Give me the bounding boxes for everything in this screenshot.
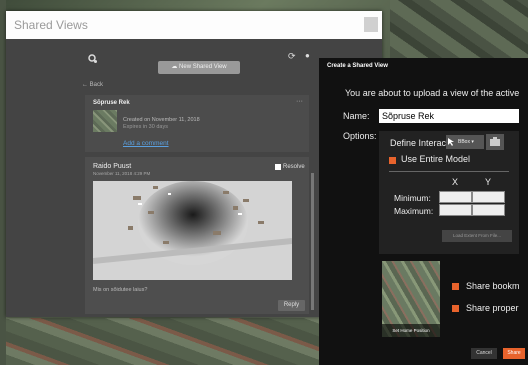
cancel-button[interactable]: Cancel: [471, 348, 497, 359]
comment-card: Raido Puust November 11, 2018 4:29 PM Re…: [85, 157, 309, 314]
options-box: Define Interac BBox ▾ Use Entire Model X…: [379, 131, 519, 254]
settings-icon[interactable]: [88, 54, 98, 64]
set-home-position-label: Set Home Position: [382, 324, 440, 337]
maximum-x-input[interactable]: [439, 204, 472, 216]
options-label: Options:: [343, 131, 377, 141]
bbox-label: BBox: [458, 139, 470, 145]
share-properties-checkbox[interactable]: [452, 305, 459, 312]
reply-button[interactable]: Reply: [278, 300, 305, 311]
share-button[interactable]: Share: [503, 348, 525, 359]
column-x-label: X: [452, 177, 459, 187]
back-link[interactable]: ← Back: [82, 82, 103, 88]
set-home-position-button[interactable]: Set Home Position: [382, 261, 440, 337]
define-interaction-label: Define Interac: [390, 138, 447, 148]
chevron-down-icon: ▾: [471, 139, 474, 145]
create-shared-view-dialog: Create a Shared View You are about to up…: [319, 58, 528, 365]
divider: [389, 171, 509, 172]
add-comment-link[interactable]: Add a comment: [123, 140, 169, 147]
share-bookmarks-checkbox[interactable]: [452, 283, 459, 290]
dialog-title: Create a Shared View: [327, 63, 388, 69]
minimum-label: Minimum:: [394, 193, 431, 203]
minimum-x-input[interactable]: [439, 191, 472, 203]
minimum-y-input[interactable]: [472, 191, 505, 203]
more-options-icon[interactable]: ···: [296, 98, 303, 105]
shared-views-header: Shared Views: [6, 11, 382, 39]
panel-title: Shared Views: [14, 18, 88, 32]
scrollbar[interactable]: [311, 173, 314, 310]
resolve-checkbox[interactable]: [275, 164, 281, 170]
cloud-upload-icon: ☁: [171, 64, 180, 70]
resolve-label: Resolve: [283, 164, 305, 170]
camera-icon: [490, 137, 500, 146]
use-entire-model-label: Use Entire Model: [401, 154, 471, 164]
created-date: Created on November 11, 2018: [123, 117, 200, 123]
cursor-icon: [448, 138, 454, 146]
comment-text: Mis on sõidutee laius?: [93, 287, 148, 293]
comment-date: November 11, 2018 4:29 PM: [93, 171, 151, 176]
maximum-label: Maximum:: [394, 206, 434, 216]
share-bookmarks-label: Share bookm: [466, 281, 520, 291]
shared-view-thumbnail: [93, 110, 117, 132]
maximum-y-input[interactable]: [472, 204, 505, 216]
share-properties-label: Share proper: [466, 303, 519, 313]
close-icon[interactable]: [364, 17, 378, 32]
help-icon[interactable]: ●: [305, 51, 310, 60]
name-label: Name:: [343, 111, 370, 121]
dialog-intro: You are about to upload a view of the ac…: [345, 88, 520, 98]
use-entire-model-checkbox[interactable]: [389, 157, 396, 164]
shared-view-item[interactable]: Sõpruse Rek ··· Created on November 11, …: [85, 95, 309, 152]
expires-text: Expires in 30 days: [123, 124, 168, 130]
new-shared-view-label: New Shared View: [179, 64, 227, 70]
column-y-label: Y: [485, 177, 492, 187]
load-extent-button[interactable]: Load Extent From File...: [442, 230, 512, 242]
comment-author: Raido Puust: [93, 163, 132, 170]
bbox-dropdown[interactable]: BBox ▾: [446, 135, 484, 149]
comment-screenshot: [93, 181, 292, 280]
new-shared-view-button[interactable]: ☁ New Shared View: [158, 61, 240, 74]
back-label: Back: [89, 82, 104, 88]
shared-view-title: Sõpruse Rek: [93, 100, 130, 106]
name-input[interactable]: [379, 109, 519, 123]
snap-view-button[interactable]: [486, 134, 504, 150]
back-arrow-icon: ←: [82, 82, 90, 88]
refresh-icon[interactable]: ⟳: [288, 51, 296, 62]
